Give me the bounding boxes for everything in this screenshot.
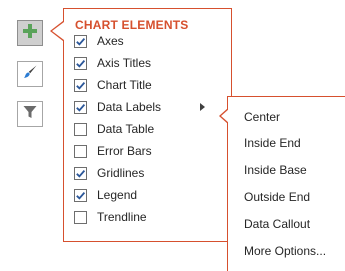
submenu-item-inside-end[interactable]: Inside End (244, 136, 301, 150)
chart-elements-button[interactable] (17, 20, 43, 46)
data-labels-submenu: Center Inside End Inside Base Outside End Da… (219, 96, 345, 271)
chart-filters-button[interactable] (17, 101, 43, 127)
chart-element-label: Axes (97, 34, 124, 48)
submenu-item-center[interactable]: Center (244, 110, 280, 124)
data-labels-checkbox[interactable] (74, 100, 87, 114)
submenu-item-data-callout[interactable]: Data Callout (244, 217, 310, 231)
chart-styles-button[interactable] (17, 61, 43, 87)
panel-title: CHART ELEMENTS (75, 18, 189, 32)
chart-element-label: Data Table (97, 122, 155, 136)
paintbrush-icon (22, 64, 38, 85)
submenu-item-outside-end[interactable]: Outside End (244, 190, 310, 204)
checkmark-icon (75, 80, 86, 91)
legend-checkbox[interactable] (74, 188, 87, 202)
chart-title-checkbox[interactable] (74, 78, 87, 92)
checkmark-icon (75, 102, 86, 113)
chart-element-label: Gridlines (97, 166, 145, 180)
submenu-arrow-icon[interactable] (200, 103, 205, 111)
checkmark-icon (75, 36, 86, 47)
submenu-item-inside-base[interactable]: Inside Base (244, 163, 307, 177)
chart-element-chart-title[interactable]: Chart Title (74, 75, 228, 95)
gridlines-checkbox[interactable] (74, 166, 87, 180)
trendline-checkbox[interactable] (74, 210, 87, 224)
chart-element-data-table[interactable]: Data Table (74, 119, 228, 139)
chart-element-label: Trendline (97, 210, 147, 224)
plus-icon (22, 23, 38, 44)
error-bars-checkbox[interactable] (74, 144, 87, 158)
chart-element-label: Error Bars (97, 144, 152, 158)
submenu-item-more-options[interactable]: More Options... (244, 244, 326, 258)
chart-elements-panel: CHART ELEMENTS Axes Axis Titles Chart Titl… (63, 8, 232, 242)
chart-element-label: Legend (97, 188, 138, 202)
checkmark-icon (75, 190, 86, 201)
chart-element-trendline[interactable]: Trendline (74, 207, 228, 227)
checkmark-icon (75, 168, 86, 179)
chart-element-legend[interactable]: Legend (74, 185, 228, 205)
chart-element-gridlines[interactable]: Gridlines (74, 163, 228, 183)
chart-element-data-labels[interactable]: Data Labels (74, 97, 228, 117)
chart-element-label: Axis Titles (97, 56, 152, 70)
filter-icon (22, 104, 38, 125)
chart-element-axes[interactable]: Axes (74, 31, 228, 51)
axis-titles-checkbox[interactable] (74, 56, 87, 70)
axes-checkbox[interactable] (74, 34, 87, 48)
chart-element-error-bars[interactable]: Error Bars (74, 141, 228, 161)
chart-element-label: Chart Title (97, 78, 152, 92)
chart-element-label: Data Labels (97, 100, 162, 114)
chart-element-axis-titles[interactable]: Axis Titles (74, 53, 228, 73)
data-table-checkbox[interactable] (74, 122, 87, 136)
checkmark-icon (75, 58, 86, 69)
